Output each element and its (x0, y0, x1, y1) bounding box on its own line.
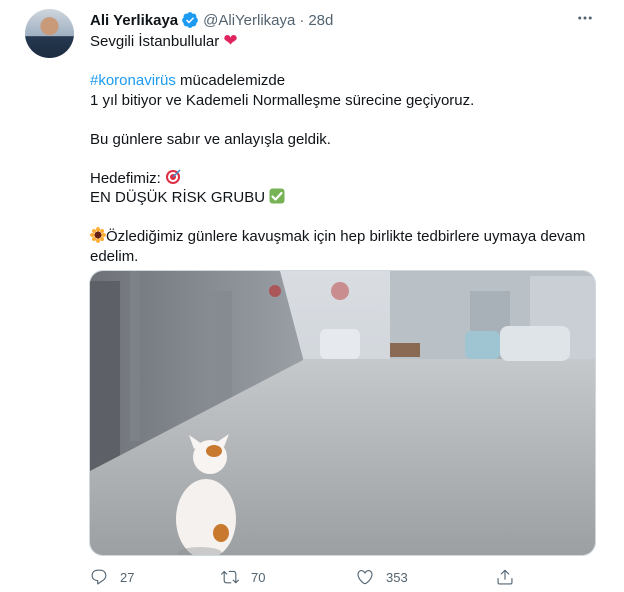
tweet-text: Sevgili İstanbullular ❤ #koronavirüs müc… (90, 31, 600, 266)
like-icon (357, 570, 373, 585)
sunflower-emoji (90, 227, 106, 243)
text-line-patience: Bu günlere sabır ve anlayışla geldik. (90, 130, 331, 148)
check-mark-button-emoji (269, 188, 285, 204)
tweet[interactable]: Ali Yerlikaya @AliYerlikaya · 28d Sevgil… (0, 0, 624, 592)
share-button[interactable] (496, 566, 514, 588)
reply-count: 27 (120, 569, 135, 585)
tweet-timestamp[interactable]: 28d (308, 12, 333, 29)
author-name[interactable]: Ali Yerlikaya (90, 12, 178, 29)
reply-icon (91, 569, 107, 585)
text-line-goal: Hedefimiz: (90, 168, 600, 189)
text-line-greeting: Sevgili İstanbullular ❤ (90, 31, 238, 50)
share-icon (497, 569, 513, 585)
text-line-hashtag: #koronavirüs mücadelemizde (90, 72, 286, 89)
direct-hit-emoji (166, 168, 181, 184)
author-handle[interactable]: @AliYerlikaya (203, 12, 295, 29)
like-count: 353 (386, 569, 408, 585)
tweet-actions: 27 70 353 (90, 566, 520, 588)
text-line-risk-group: EN DÜŞÜK RİSK GRUBU (90, 188, 600, 208)
text-line-closing: Özlediğimiz günlere kavuşmak için hep bi… (90, 227, 590, 265)
tweet-photo[interactable] (89, 270, 596, 556)
separator-dot: · (299, 11, 305, 29)
retweet-button[interactable]: 70 (221, 566, 265, 588)
avatar[interactable] (25, 9, 74, 58)
verified-badge-icon (181, 11, 199, 29)
retweet-icon (221, 570, 239, 584)
more-options-icon[interactable] (574, 9, 596, 27)
red-heart-emoji: ❤ (223, 31, 238, 50)
tweet-header: Ali Yerlikaya @AliYerlikaya · 28d (90, 10, 333, 30)
reply-button[interactable]: 27 (90, 566, 134, 588)
retweet-count: 70 (251, 569, 266, 585)
text-line-process: 1 yıl bitiyor ve Kademeli Normalleşme sü… (90, 91, 475, 109)
like-button[interactable]: 353 (356, 566, 408, 588)
hashtag-link[interactable]: #koronavirüs (90, 72, 176, 89)
